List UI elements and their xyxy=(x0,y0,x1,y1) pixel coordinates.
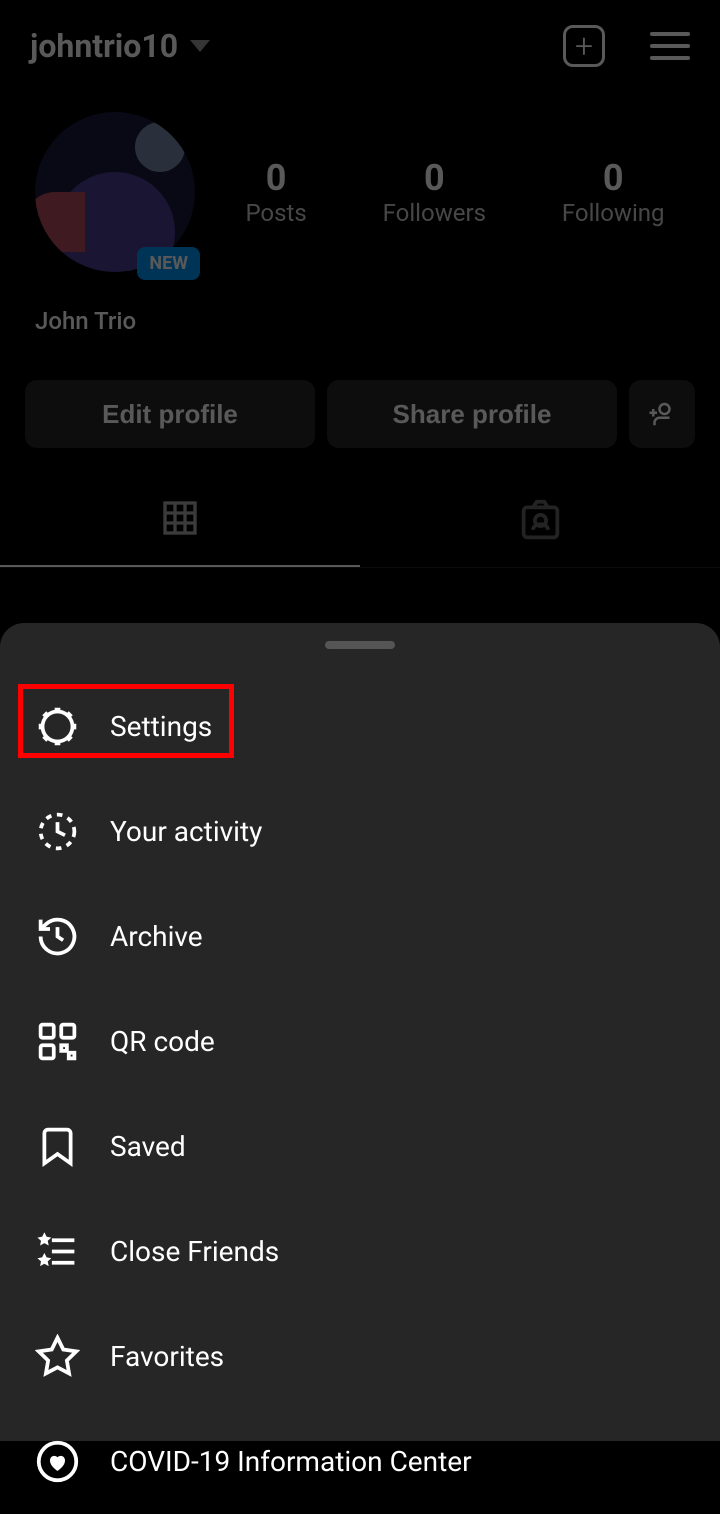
hamburger-menu-button[interactable] xyxy=(650,32,690,60)
share-profile-button[interactable]: Share profile xyxy=(327,380,617,448)
qrcode-icon xyxy=(35,1019,80,1064)
username-text: johntrio10 xyxy=(30,27,178,65)
profile-tabs xyxy=(0,478,720,568)
plus-icon: + xyxy=(575,27,593,65)
create-button[interactable]: + xyxy=(563,25,605,67)
menu-item-activity[interactable]: Your activity xyxy=(0,779,720,884)
display-name: John Trio xyxy=(0,292,720,350)
profile-background: johntrio10 + NEW 0 Po xyxy=(0,0,720,568)
tab-grid[interactable] xyxy=(0,478,360,567)
menu-label: Close Friends xyxy=(110,1235,279,1268)
username-dropdown[interactable]: johntrio10 xyxy=(30,27,210,65)
edit-profile-button[interactable]: Edit profile xyxy=(25,380,315,448)
menu-label: QR code xyxy=(110,1025,215,1058)
activity-icon xyxy=(35,809,80,854)
menu-label: COVID-19 Information Center xyxy=(110,1445,472,1478)
followers-count: 0 xyxy=(383,157,486,199)
profile-stats: 0 Posts 0 Followers 0 Following xyxy=(225,157,685,227)
stat-following[interactable]: 0 Following xyxy=(562,157,665,227)
followers-label: Followers xyxy=(383,199,486,227)
following-count: 0 xyxy=(562,157,665,199)
stat-followers[interactable]: 0 Followers xyxy=(383,157,486,227)
chevron-down-icon xyxy=(190,40,210,52)
profile-actions: Edit profile Share profile xyxy=(0,350,720,478)
sheet-handle[interactable] xyxy=(325,641,395,649)
star-icon xyxy=(35,1334,80,1379)
menu-item-covid[interactable]: COVID-19 Information Center xyxy=(0,1409,720,1514)
following-label: Following xyxy=(562,199,665,227)
highlight-annotation xyxy=(18,684,234,758)
posts-label: Posts xyxy=(245,199,306,227)
tagged-icon xyxy=(518,498,563,543)
menu-list: Settings Your activity Archive xyxy=(0,674,720,1514)
add-friend-button[interactable] xyxy=(629,380,695,448)
heart-circle-icon xyxy=(35,1439,80,1484)
profile-header: johntrio10 + xyxy=(0,0,720,92)
tab-tagged[interactable] xyxy=(360,478,720,567)
bookmark-icon xyxy=(35,1124,80,1169)
menu-label: Saved xyxy=(110,1130,186,1163)
header-actions: + xyxy=(563,25,690,67)
avatar-container[interactable]: NEW xyxy=(35,112,195,272)
menu-item-qrcode[interactable]: QR code xyxy=(0,989,720,1094)
new-badge: NEW xyxy=(137,247,200,280)
menu-item-archive[interactable]: Archive xyxy=(0,884,720,989)
archive-icon xyxy=(35,914,80,959)
menu-label: Your activity xyxy=(110,815,262,848)
menu-item-saved[interactable]: Saved xyxy=(0,1094,720,1199)
menu-label: Favorites xyxy=(110,1340,224,1373)
menu-label: Archive xyxy=(110,920,203,953)
posts-count: 0 xyxy=(245,157,306,199)
list-star-icon xyxy=(35,1229,80,1274)
profile-info: NEW 0 Posts 0 Followers 0 Following xyxy=(0,92,720,292)
add-person-icon xyxy=(647,398,677,430)
menu-item-close-friends[interactable]: Close Friends xyxy=(0,1199,720,1304)
grid-icon xyxy=(160,498,200,538)
stat-posts[interactable]: 0 Posts xyxy=(245,157,306,227)
menu-item-favorites[interactable]: Favorites xyxy=(0,1304,720,1409)
